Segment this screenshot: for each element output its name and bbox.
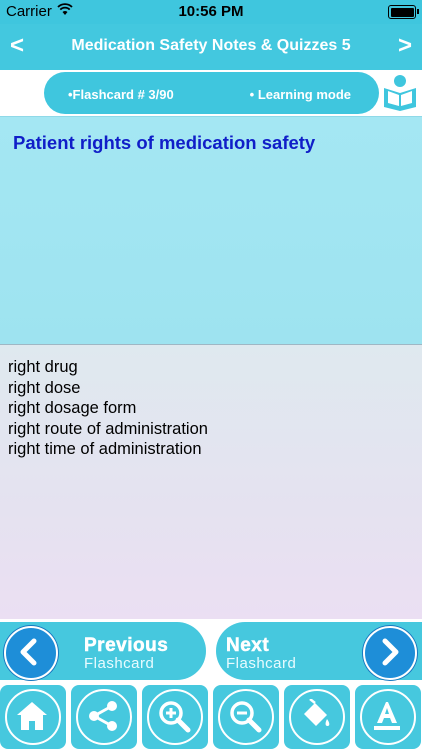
answer-item: right drug (8, 358, 78, 376)
previous-label: Previous (84, 635, 169, 657)
answer-item: right time of administration (8, 440, 202, 458)
answer-item: right route of administration (8, 419, 208, 438)
answer-item: right dose (8, 378, 81, 397)
question-panel: Patient rights of medication safety (0, 116, 422, 345)
left-arrow-icon (4, 626, 58, 680)
next-sublabel: Flashcard (226, 655, 297, 672)
flashcard-navigation: Previous Flashcard Next Flashcard (0, 619, 422, 683)
share-button[interactable] (71, 685, 137, 749)
question-text: Patient rights of medication safety (13, 132, 316, 153)
previous-flashcard-button[interactable]: Previous Flashcard (0, 622, 206, 680)
previous-sublabel: Flashcard (84, 655, 155, 672)
reading-person-icon[interactable] (380, 72, 420, 112)
back-button[interactable]: < (10, 32, 24, 60)
battery-icon (388, 5, 419, 19)
next-flashcard-button[interactable]: Next Flashcard (216, 622, 422, 680)
flashcard-info-pill: •Flashcard # 3/90 • Learning mode (44, 72, 379, 114)
title-bar: < Medication Safety Notes & Quizzes 5 > (0, 24, 422, 70)
answer-list: right drug right dose right dosage form … (0, 345, 422, 460)
font-size-button[interactable] (355, 685, 421, 749)
status-bar: Carrier 10:56 PM (0, 0, 422, 24)
page-title: Medication Safety Notes & Quizzes 5 (71, 37, 351, 54)
home-button[interactable] (0, 685, 66, 749)
bottom-toolbar (0, 683, 422, 750)
answer-item: right dosage form (8, 399, 137, 417)
theme-color-button[interactable] (284, 685, 350, 749)
zoom-out-button[interactable] (213, 685, 279, 749)
flashcard-counter: •Flashcard # 3/90 (68, 87, 174, 102)
clock: 10:56 PM (178, 3, 244, 20)
right-arrow-icon (363, 626, 417, 680)
forward-button[interactable]: > (398, 32, 412, 60)
next-label: Next (226, 635, 270, 657)
answer-panel: right drug right dose right dosage form … (0, 344, 422, 620)
mode-label[interactable]: • Learning mode (250, 87, 351, 102)
info-bar: •Flashcard # 3/90 • Learning mode (0, 70, 422, 116)
zoom-in-button[interactable] (142, 685, 208, 749)
